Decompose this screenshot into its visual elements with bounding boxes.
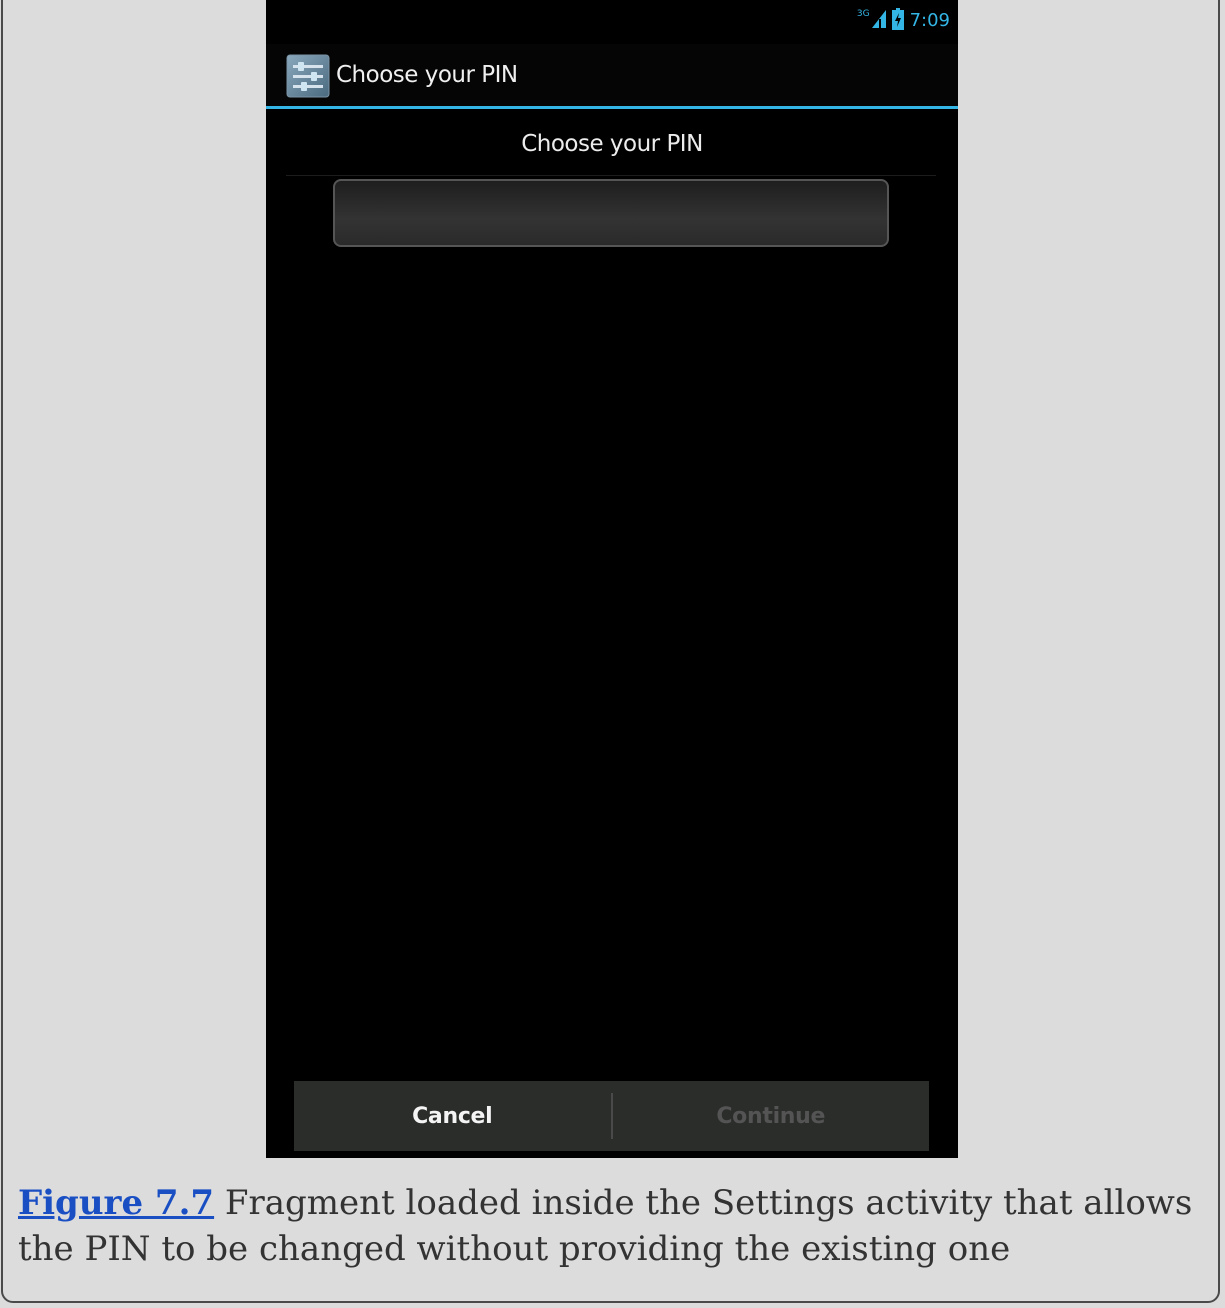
pin-header: Choose your PIN xyxy=(521,131,703,157)
phone-screenshot: 3G 7:09 Choose your PIN Choose your PIN … xyxy=(266,0,958,1158)
cancel-button[interactable]: Cancel xyxy=(294,1081,611,1151)
battery-icon xyxy=(891,8,904,34)
header-divider xyxy=(286,175,936,176)
action-bar-divider xyxy=(266,106,958,109)
status-time: 7:09 xyxy=(909,10,950,31)
continue-button[interactable]: Continue xyxy=(613,1081,930,1151)
figure-caption: Figure 7.7 Fragment loaded inside the Se… xyxy=(18,1180,1203,1272)
action-bar-title: Choose your PIN xyxy=(336,62,518,88)
signal-icon xyxy=(871,10,886,32)
settings-app-icon[interactable] xyxy=(286,54,330,98)
status-bar: 3G 7:09 xyxy=(266,0,958,44)
pin-input[interactable] xyxy=(333,179,889,247)
button-bar: Cancel Continue xyxy=(294,1081,929,1151)
network-type-label: 3G xyxy=(856,9,870,19)
figure-link[interactable]: Figure 7.7 xyxy=(18,1183,214,1223)
action-bar: Choose your PIN xyxy=(266,44,958,106)
status-icons: 3G 7:09 xyxy=(857,8,950,34)
